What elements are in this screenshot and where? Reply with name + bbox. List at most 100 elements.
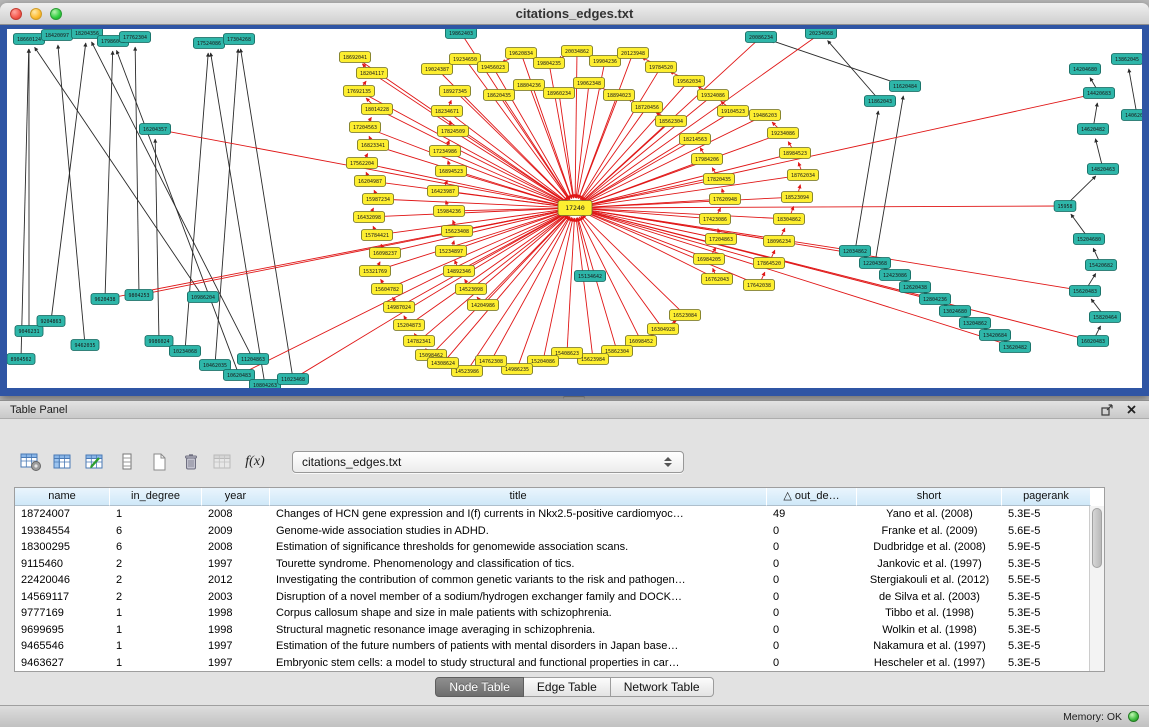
graph-node[interactable]: 9462035 xyxy=(71,340,99,351)
graph-node[interactable]: 14204986 xyxy=(467,300,498,311)
table-row[interactable]: 1830029562008Estimation of significance … xyxy=(15,539,1089,556)
graph-node[interactable]: 14892346 xyxy=(443,266,474,277)
table-row[interactable]: 946362711997Embryonic stem cells: a mode… xyxy=(15,655,1089,672)
graph-node[interactable]: 20123948 xyxy=(617,48,648,59)
graph-node[interactable]: 17864520 xyxy=(753,258,784,269)
tab-network-table[interactable]: Network Table xyxy=(611,677,714,697)
graph-node[interactable]: 15784421 xyxy=(361,230,392,241)
graph-node[interactable]: 12620438 xyxy=(899,282,930,293)
graph-node[interactable]: 17642038 xyxy=(743,280,774,291)
graph-node[interactable]: 18562304 xyxy=(655,116,686,127)
table-row[interactable]: 1872400712008Changes of HCN gene express… xyxy=(15,506,1089,523)
graph-node[interactable]: 20086234 xyxy=(745,32,776,43)
graph-node[interactable]: 18420097 xyxy=(41,30,72,41)
graph-node[interactable]: 19862403 xyxy=(445,29,476,39)
graph-node[interactable]: 17984206 xyxy=(691,154,722,165)
new-file-icon[interactable] xyxy=(146,450,172,474)
graph-node[interactable]: 9204863 xyxy=(37,316,65,327)
network-view[interactable]: 1869204118204117176921351801422817204563… xyxy=(7,29,1142,388)
graph-node[interactable]: 17304268 xyxy=(223,34,254,45)
graph-node[interactable]: 18762034 xyxy=(787,170,818,181)
graph-node[interactable]: 20234068 xyxy=(805,29,836,39)
rows-icon[interactable] xyxy=(114,450,140,474)
graph-node[interactable]: 11862043 xyxy=(864,96,895,107)
graph-node[interactable]: 16762043 xyxy=(701,274,732,285)
graph-node[interactable]: 10986204 xyxy=(187,292,218,303)
column-header-in_degree[interactable]: in_degree xyxy=(110,488,202,506)
graph-node[interactable]: 19620834 xyxy=(505,48,536,59)
graph-node[interactable]: 16020483 xyxy=(1077,336,1108,347)
graph-node[interactable]: 18692041 xyxy=(339,52,370,63)
graph-node[interactable]: 13620482 xyxy=(999,342,1030,353)
graph-node[interactable]: 15204680 xyxy=(1073,234,1104,245)
graph-node[interactable]: 16098237 xyxy=(369,248,400,259)
column-header-out_degree[interactable]: △ out_de… xyxy=(767,488,857,506)
graph-node[interactable]: 15820464 xyxy=(1089,312,1120,323)
graph-node[interactable]: 14987024 xyxy=(383,302,414,313)
graph-node[interactable]: 16304928 xyxy=(647,324,678,335)
graph-node[interactable]: 19486203 xyxy=(749,110,780,121)
graph-node[interactable]: 14620482 xyxy=(1077,124,1108,135)
graph-node[interactable]: 17423086 xyxy=(699,214,730,225)
column-header-name[interactable]: name xyxy=(15,488,110,506)
graph-node[interactable]: 14523098 xyxy=(455,284,486,295)
graph-node[interactable]: 14762308 xyxy=(475,356,506,367)
graph-node[interactable]: 15321769 xyxy=(359,266,390,277)
graph-node[interactable]: 17620948 xyxy=(709,194,740,205)
memory-status-icon[interactable] xyxy=(1128,711,1139,722)
graph-node[interactable]: 11620484 xyxy=(889,81,920,92)
close-window-icon[interactable] xyxy=(10,8,22,20)
graph-node[interactable]: 19904236 xyxy=(589,56,620,67)
graph-node[interactable]: 17234986 xyxy=(429,146,460,157)
graph-node[interactable]: 18927345 xyxy=(439,86,470,97)
graph-node[interactable]: 15623408 xyxy=(441,226,472,237)
graph-node[interactable]: 10620483 xyxy=(223,370,254,381)
table-row[interactable]: 969969511998Structural magnetic resonanc… xyxy=(15,622,1089,639)
graph-node[interactable]: 18214563 xyxy=(679,134,710,145)
zoom-window-icon[interactable] xyxy=(50,8,62,20)
graph-node[interactable]: 18014228 xyxy=(361,104,392,115)
graph-node[interactable]: 11023468 xyxy=(277,374,308,385)
graph-node[interactable]: 15987234 xyxy=(362,194,393,205)
graph-node[interactable]: 18620435 xyxy=(483,90,514,101)
graph-node[interactable]: 17762304 xyxy=(119,32,150,43)
close-panel-icon[interactable] xyxy=(1123,403,1139,417)
graph-node[interactable]: 18984523 xyxy=(779,148,810,159)
graph-node[interactable]: 18894023 xyxy=(603,90,634,101)
graph-node[interactable]: 16432098 xyxy=(353,212,384,223)
graph-node[interactable]: 15204873 xyxy=(393,320,424,331)
graph-node[interactable]: 12423086 xyxy=(879,270,910,281)
graph-node[interactable]: 14308624 xyxy=(427,358,458,369)
tab-node-table[interactable]: Node Table xyxy=(435,677,524,697)
graph-node[interactable]: 9804253 xyxy=(125,290,153,301)
table-row[interactable]: 946554611997Estimation of the future num… xyxy=(15,638,1089,655)
table-settings-icon[interactable] xyxy=(18,450,44,474)
graph-node[interactable]: 17204563 xyxy=(349,122,380,133)
minimize-window-icon[interactable] xyxy=(30,8,42,20)
graph-node[interactable]: 19456023 xyxy=(477,62,508,73)
graph-node[interactable]: 14782341 xyxy=(403,336,434,347)
graph-node[interactable]: 18523094 xyxy=(781,192,812,203)
function-icon[interactable]: f(x) xyxy=(242,450,268,474)
graph-node[interactable]: 14204680 xyxy=(1069,64,1100,75)
table-scrollbar-thumb[interactable] xyxy=(1092,508,1102,568)
graph-node[interactable]: 10462035 xyxy=(199,360,230,371)
graph-node[interactable]: 17824509 xyxy=(437,126,468,137)
graph-node[interactable]: 9046231 xyxy=(15,326,43,337)
network-canvas[interactable]: 1869204118204117176921351801422817204563… xyxy=(7,29,1142,388)
delete-icon[interactable] xyxy=(178,450,204,474)
graph-node[interactable]: 9986024 xyxy=(145,336,173,347)
graph-node[interactable]: 17524086 xyxy=(193,38,224,49)
graph-node[interactable]: 15984236 xyxy=(433,206,464,217)
graph-node[interactable]: 14820463 xyxy=(1087,164,1118,175)
column-header-pagerank[interactable]: pagerank xyxy=(1002,488,1091,506)
graph-node[interactable]: 17204863 xyxy=(705,234,736,245)
graph-node[interactable]: 9620438 xyxy=(91,294,119,305)
graph-node[interactable]: 10804263 xyxy=(249,380,280,389)
import-table-icon[interactable] xyxy=(210,450,236,474)
table-row[interactable]: 2242004622012Investigating the contribut… xyxy=(15,572,1089,589)
graph-node[interactable]: 19784520 xyxy=(645,62,676,73)
graph-node[interactable]: 11204863 xyxy=(237,354,268,365)
table-row[interactable]: 977716911998Corpus callosum shape and si… xyxy=(15,605,1089,622)
graph-node[interactable]: 19024387 xyxy=(421,64,452,75)
